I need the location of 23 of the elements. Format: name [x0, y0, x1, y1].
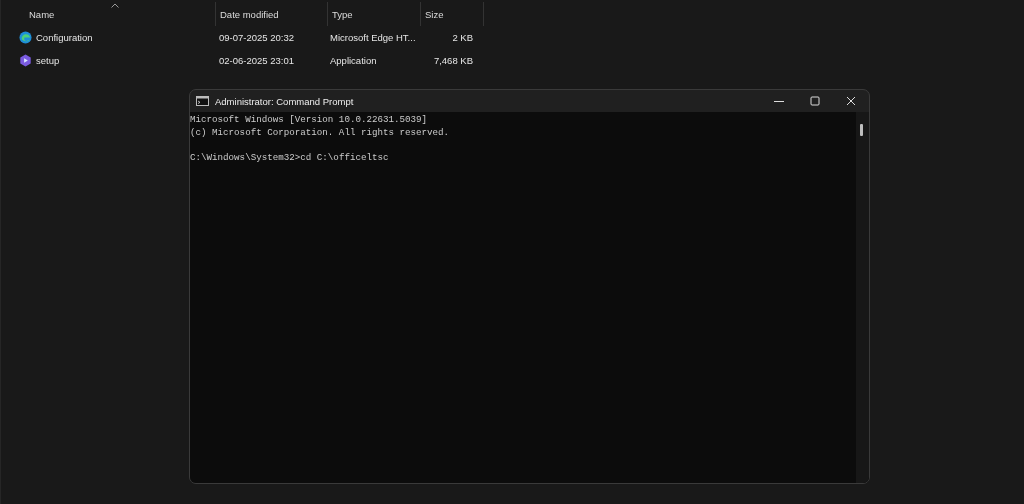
file-type: Microsoft Edge HT...	[330, 32, 416, 43]
column-header[interactable]: Type	[328, 2, 420, 26]
console-icon	[196, 96, 209, 106]
console-output-line: (c) Microsoft Corporation. All rights reserved.	[190, 126, 451, 139]
maximize-icon	[810, 96, 820, 106]
file-name[interactable]: setup	[36, 55, 60, 66]
file-type: Application	[330, 55, 377, 66]
console-output-line: Microsoft Windows [Version 10.0.22631.5039]	[190, 114, 429, 127]
column-header[interactable]: Size	[421, 2, 483, 26]
column-header[interactable]: Date modified	[216, 2, 327, 26]
typed-command: cd C:\officeltsc	[300, 151, 389, 163]
close-icon	[846, 96, 856, 106]
file-date: 02-06-2025 23:01	[219, 55, 294, 66]
column-header[interactable]: Name	[15, 2, 215, 26]
edge-browser-icon	[19, 31, 32, 44]
file-size: 7,468 KB	[433, 55, 473, 66]
scrollbar-thumb[interactable]	[860, 124, 863, 136]
setup-app-icon	[19, 54, 32, 67]
window-title: Administrator: Command Prompt	[215, 95, 354, 107]
file-name[interactable]: Configuration	[36, 32, 93, 43]
file-size: 2 KB	[452, 32, 473, 43]
file-date: 09-07-2025 20:32	[219, 32, 294, 43]
command-prompt-path: C:\Windows\System32>	[190, 151, 301, 163]
